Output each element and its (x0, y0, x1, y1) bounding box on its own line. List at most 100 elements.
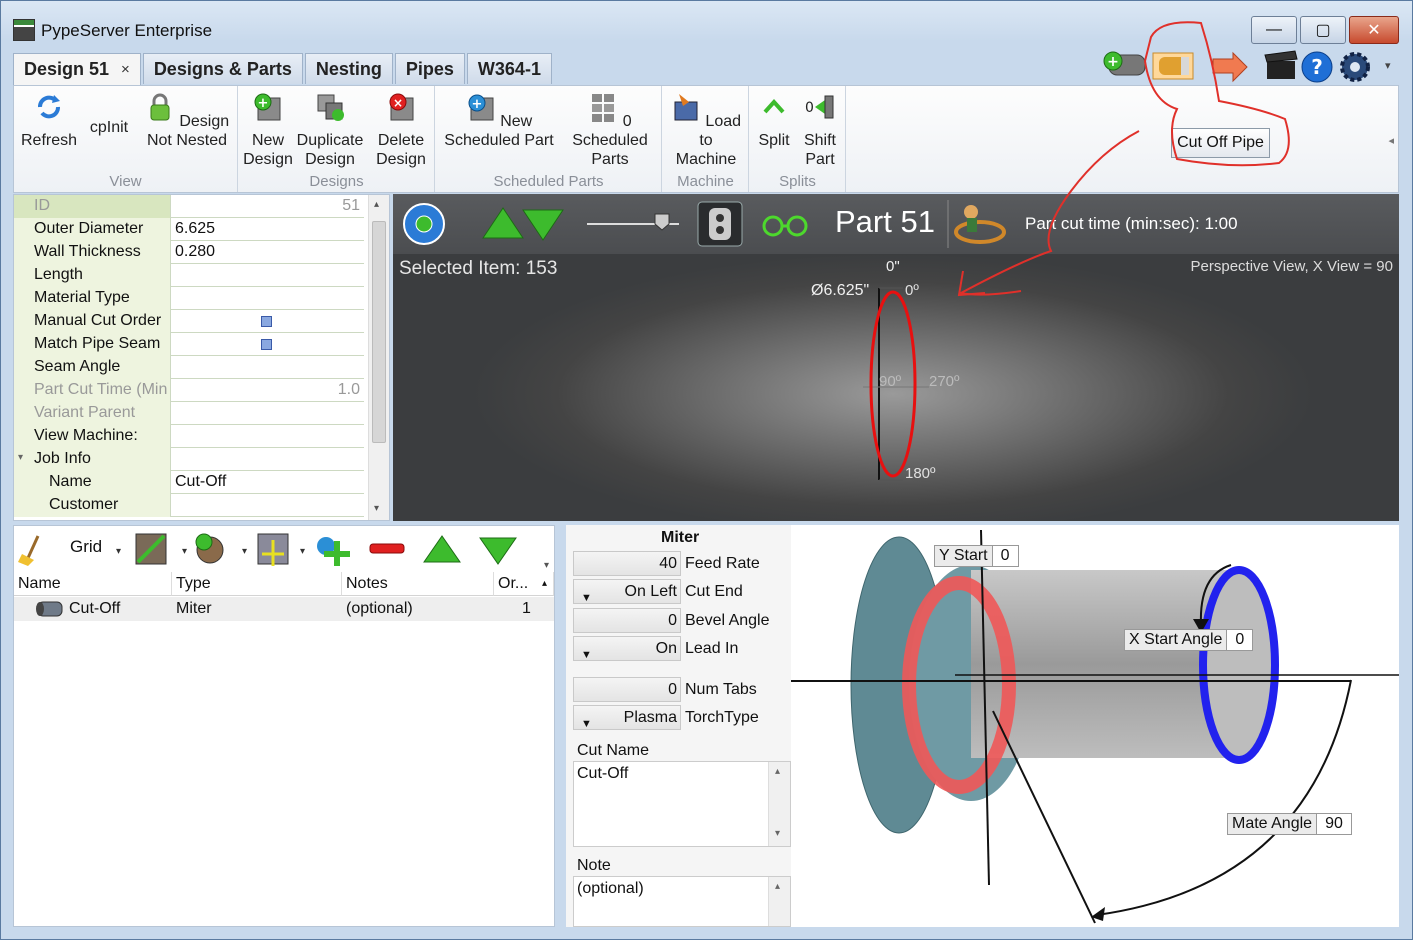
tab-nesting[interactable]: Nesting (304, 53, 393, 84)
property-value[interactable] (172, 264, 364, 287)
add-marker-dropdown-icon[interactable]: ▾ (300, 546, 305, 557)
zoom-slider[interactable] (587, 213, 679, 231)
property-row[interactable]: ID 51 (14, 195, 364, 218)
move-up-icon[interactable] (423, 535, 461, 563)
add-hole-icon[interactable] (195, 533, 224, 564)
col-header-type[interactable]: Type (172, 572, 342, 596)
scroll-down-icon[interactable]: ▾ (775, 828, 780, 839)
x-start-angle-value[interactable]: 0 (1226, 630, 1253, 650)
property-value[interactable]: 0.280 (172, 241, 364, 264)
settings-gear-icon[interactable] (1340, 52, 1370, 82)
property-row[interactable]: Material Type (14, 287, 364, 310)
move-down-icon[interactable] (522, 209, 564, 241)
checkbox-icon[interactable] (261, 339, 272, 350)
x-start-angle-field[interactable]: X Start Angle 0 (1124, 629, 1254, 651)
close-button[interactable]: ✕ (1349, 16, 1399, 44)
load-to-machine-button[interactable]: Load to Machine (669, 92, 743, 169)
clapperboard-icon[interactable] (1264, 50, 1298, 79)
maximize-button[interactable]: ▢ (1300, 16, 1346, 44)
y-start-field[interactable]: Y Start 0 (934, 545, 1019, 567)
grid-label[interactable]: Grid (70, 537, 102, 557)
checkbox-icon[interactable] (261, 316, 272, 327)
refresh-button[interactable]: Refresh (20, 92, 78, 150)
property-row[interactable]: Outer Diameter 6.625 (14, 218, 364, 241)
tab-designs-parts[interactable]: Designs & Parts (142, 53, 303, 84)
property-row[interactable]: Match Pipe Seam (14, 333, 364, 356)
property-value[interactable] (172, 356, 364, 379)
mate-angle-value[interactable]: 90 (1316, 814, 1351, 834)
property-row[interactable]: Wall Thickness 0.280 (14, 241, 364, 264)
pipe-viewer[interactable]: Part 51 Part cut time (min:sec): 1:00 Se… (393, 194, 1399, 521)
add-hole-dropdown-icon[interactable]: ▾ (242, 546, 247, 557)
scroll-thumb[interactable] (372, 221, 386, 443)
num-tabs-input[interactable]: 0 (573, 677, 681, 702)
clear-broom-icon[interactable] (18, 535, 40, 566)
cut-off-pipe-icon[interactable] (1152, 52, 1194, 80)
duplicate-design-button[interactable]: Duplicate Design (295, 92, 365, 169)
new-scheduled-part-button[interactable]: + New Scheduled Part (440, 92, 558, 150)
close-tab-icon[interactable]: × (121, 61, 130, 78)
zoom-fit-icon[interactable] (403, 203, 445, 245)
move-down-icon[interactable] (479, 537, 517, 565)
tab-w364-1[interactable]: W364-1 (466, 53, 552, 84)
cut-end-select[interactable]: ▼ On Left (573, 579, 681, 604)
property-row[interactable]: View Machine: (14, 425, 364, 448)
ribbon-scroll-icon[interactable]: ◂ (1388, 134, 1394, 147)
torch-type-select[interactable]: ▼ Plasma (573, 705, 681, 730)
property-value[interactable]: Cut-Off (172, 471, 364, 494)
add-cut-icon[interactable] (135, 533, 167, 565)
help-icon[interactable]: ? (1301, 51, 1333, 83)
properties-grid[interactable]: ID 51 Outer Diameter 6.625 Wall Thickness 0… (13, 194, 390, 521)
toolbar-overflow-icon[interactable]: ▾ (544, 560, 549, 570)
toggle-view-icon[interactable] (697, 201, 743, 247)
scroll-down-icon[interactable]: ▾ (374, 503, 379, 514)
property-row[interactable]: Manual Cut Order (14, 310, 364, 333)
property-value[interactable] (172, 310, 364, 333)
property-row[interactable]: Variant Parent (14, 402, 364, 425)
glasses-icon[interactable] (762, 215, 808, 237)
property-value[interactable] (172, 333, 364, 356)
feed-rate-input[interactable]: 40 (573, 551, 681, 576)
add-pipe-icon[interactable]: + (1103, 51, 1146, 76)
delete-design-button[interactable]: × Delete Design (371, 92, 431, 169)
move-up-icon[interactable] (482, 207, 524, 239)
remove-item-icon[interactable] (369, 543, 405, 554)
property-value[interactable] (172, 425, 364, 448)
scroll-up-icon[interactable]: ▴ (775, 881, 780, 892)
shift-part-button[interactable]: 0 Shift Part (798, 92, 842, 169)
properties-scrollbar[interactable]: ▴ ▾ (368, 195, 389, 520)
cut-name-scrollbar[interactable]: ▴ ▾ (768, 762, 790, 846)
property-category-job-info[interactable]: ▾ Job Info (14, 448, 364, 471)
col-header-name[interactable]: Name (14, 572, 172, 596)
property-value[interactable]: 6.625 (172, 218, 364, 241)
scroll-up-icon[interactable]: ▴ (775, 766, 780, 777)
title-bar[interactable]: PypeServer Enterprise — ▢ ✕ (1, 1, 1412, 49)
tab-design-51[interactable]: Design 51 × (13, 53, 141, 85)
property-row[interactable]: Seam Angle (14, 356, 364, 379)
customize-dropdown-icon[interactable]: ▾ (1385, 60, 1391, 72)
collapse-chevron-icon[interactable]: ▾ (18, 452, 23, 463)
export-arrow-icon[interactable] (1212, 51, 1248, 83)
grid-dropdown-icon[interactable]: ▾ (116, 546, 121, 557)
property-row[interactable]: Length (14, 264, 364, 287)
bevel-angle-input[interactable]: 0 (573, 608, 681, 633)
tab-pipes[interactable]: Pipes (394, 53, 465, 84)
minimize-button[interactable]: — (1251, 16, 1297, 44)
cut-time-icon[interactable] (954, 205, 1006, 244)
add-item-icon[interactable] (317, 537, 350, 566)
property-row[interactable]: Customer (14, 494, 364, 517)
lead-in-select[interactable]: ▼ On (573, 636, 681, 661)
cpinit-button[interactable]: cpInit (84, 118, 134, 137)
scheduled-parts-button[interactable]: 0 Scheduled Parts (562, 92, 658, 169)
design-not-nested-button[interactable]: Design Not Nested (142, 92, 232, 150)
property-value[interactable] (172, 494, 364, 517)
property-value[interactable] (172, 287, 364, 310)
split-button[interactable]: Split (754, 92, 794, 150)
property-row[interactable]: Name Cut-Off (14, 471, 364, 494)
mate-angle-field[interactable]: Mate Angle 90 (1227, 813, 1352, 835)
col-header-order[interactable]: Or... ▴ (494, 572, 554, 596)
note-textarea[interactable]: (optional) ▴ (573, 876, 791, 927)
col-header-notes[interactable]: Notes (342, 572, 494, 596)
add-cut-dropdown-icon[interactable]: ▾ (182, 546, 187, 557)
table-row[interactable]: Cut-Off Miter (optional) 1 (14, 597, 554, 621)
